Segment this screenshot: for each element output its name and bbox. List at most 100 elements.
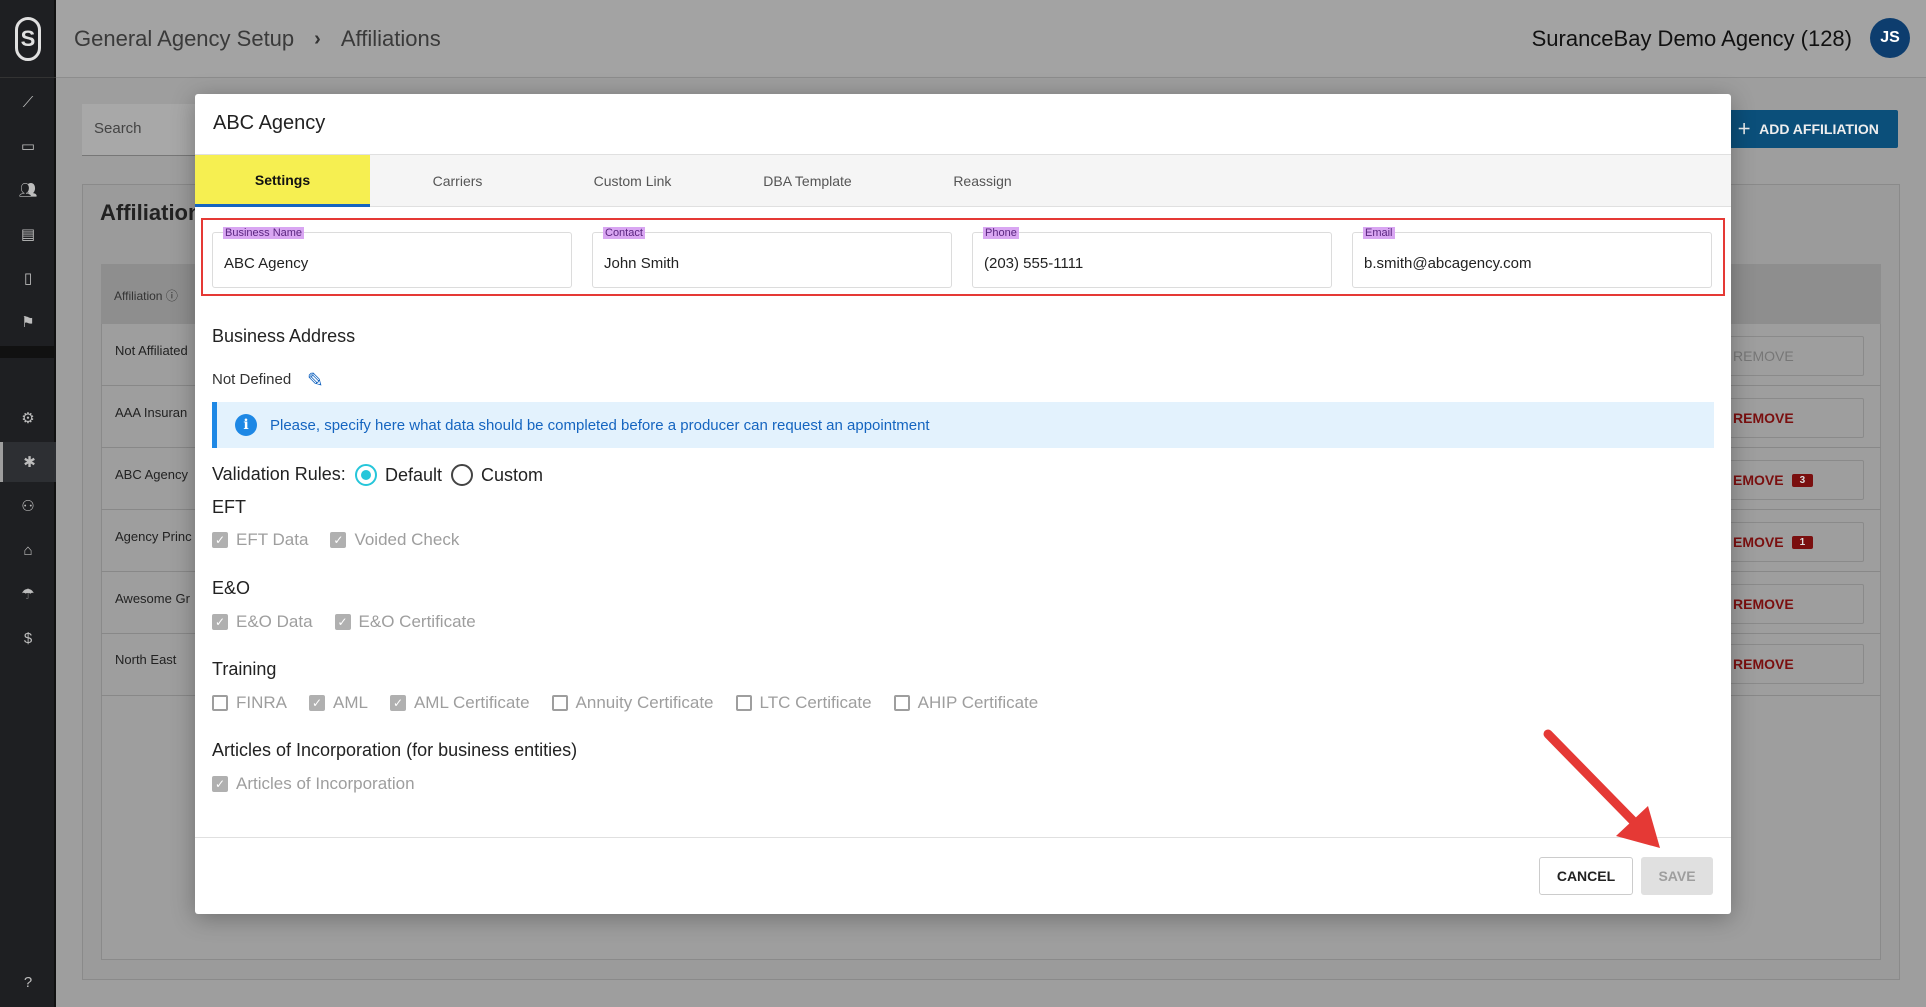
tab-reassign[interactable]: Reassign xyxy=(895,155,1070,207)
app-logo[interactable]: S xyxy=(0,0,56,78)
row-label: AAA Insuran xyxy=(115,405,188,420)
breadcrumb: General Agency Setup › Affiliations xyxy=(74,26,441,52)
add-affiliation-label: ADD AFFILIATION xyxy=(1759,121,1879,137)
remove-button[interactable]: REMOVE xyxy=(1720,644,1864,684)
radio-default[interactable]: Default xyxy=(355,464,442,486)
section-title-eft: EFT xyxy=(212,497,246,517)
remove-label: REMOVE xyxy=(1733,348,1794,364)
avatar[interactable]: JS xyxy=(1870,18,1910,58)
checkbox-row-eft: ✓ EFT Data ✓ Voided Check xyxy=(212,530,459,550)
validation-rules-label: Validation Rules: xyxy=(212,464,346,484)
flag-icon[interactable]: ⚑ xyxy=(0,302,56,342)
field-value: John Smith xyxy=(604,255,680,272)
checkbox-label: AML xyxy=(333,693,368,712)
checkbox-voided-check[interactable]: ✓ Voided Check xyxy=(330,530,459,550)
add-affiliation-button[interactable]: ＋ ADD AFFILIATION xyxy=(1718,110,1898,148)
contact-field[interactable]: Contact John Smith xyxy=(592,227,952,288)
row-label: Not Affiliated xyxy=(115,343,188,358)
email-field[interactable]: Email b.smith@abcagency.com xyxy=(1352,227,1712,288)
checkbox-label: AML Certificate xyxy=(413,693,530,712)
umbrella-icon[interactable]: ☂ xyxy=(0,574,56,614)
checkbox-eft-data[interactable]: ✓ EFT Data xyxy=(212,530,308,550)
business-address-title: Business Address xyxy=(212,326,356,346)
checkbox-ahip-certificate[interactable]: AHIP Certificate xyxy=(893,693,1039,713)
column-header-label: Affiliation xyxy=(114,289,163,303)
document-icon[interactable]: ▯ xyxy=(0,258,56,298)
plus-icon: ＋ xyxy=(1737,121,1752,137)
checkbox-row-eo: ✓ E&O Data ✓ E&O Certificate xyxy=(212,612,476,632)
checkbox-eo-certificate[interactable]: ✓ E&O Certificate xyxy=(334,612,476,632)
remove-button[interactable]: EMOVE 3 xyxy=(1720,460,1864,500)
remove-label: REMOVE xyxy=(1733,410,1794,426)
breadcrumb-item-setup[interactable]: General Agency Setup xyxy=(74,26,294,52)
business-name-field[interactable]: Business Name ABC Agency xyxy=(212,227,572,288)
remove-label: REMOVE xyxy=(1733,656,1794,672)
radio-label: Custom xyxy=(481,464,544,485)
checkbox-checked-icon: ✓ xyxy=(212,614,228,630)
tab-custom-link[interactable]: Custom Link xyxy=(545,155,720,207)
checkbox-aml[interactable]: ✓ AML xyxy=(309,693,368,713)
section-title-eo: E&O xyxy=(212,578,251,598)
checkbox-unchecked-icon xyxy=(551,695,568,711)
field-label: Contact xyxy=(603,227,645,239)
remove-button[interactable]: EMOVE 1 xyxy=(1720,522,1864,562)
tab-carriers[interactable]: Carriers xyxy=(370,155,545,207)
top-bar: General Agency Setup › Affiliations Sura… xyxy=(56,0,1926,78)
checkbox-ltc-certificate[interactable]: LTC Certificate xyxy=(735,693,872,713)
user-settings-icon[interactable]: ⚇ xyxy=(0,486,56,526)
remove-button[interactable]: REMOVE xyxy=(1720,584,1864,624)
help-icon[interactable]: ? xyxy=(0,962,56,1002)
cancel-button[interactable]: CANCEL xyxy=(1539,857,1633,895)
people-icon[interactable]: 👥︎ xyxy=(0,170,56,210)
dollar-icon[interactable]: $ xyxy=(0,618,56,658)
radio-custom[interactable]: Custom xyxy=(451,464,543,486)
tab-bar: Settings Carriers Custom Link DBA Templa… xyxy=(195,155,1731,207)
star-icon[interactable]: ✱ xyxy=(0,442,56,482)
radio-unchecked-icon xyxy=(451,464,473,486)
dialog-title: ABC Agency xyxy=(213,112,326,134)
phone-field[interactable]: Phone (203) 555-1111 xyxy=(972,227,1332,288)
pencil-icon[interactable]: ✎ xyxy=(307,368,331,392)
analytics-icon[interactable]: ⟋ xyxy=(0,82,56,122)
row-label: North East xyxy=(115,652,177,667)
field-value: (203) 555-1111 xyxy=(984,255,1084,272)
row-label: Agency Princ xyxy=(115,529,192,544)
checkbox-row-articles: ✓ Articles of Incorporation xyxy=(212,774,415,794)
divider xyxy=(195,837,1731,838)
business-address-value: Not Defined xyxy=(212,371,292,388)
checkbox-aml-certificate[interactable]: ✓ AML Certificate xyxy=(389,693,530,713)
store-icon[interactable]: ▤ xyxy=(0,214,56,254)
tab-dba-template[interactable]: DBA Template xyxy=(720,155,895,207)
checkbox-eo-data[interactable]: ✓ E&O Data xyxy=(212,612,313,632)
checkbox-annuity-certificate[interactable]: Annuity Certificate xyxy=(551,693,714,713)
row-label: Awesome Gr xyxy=(115,591,190,606)
field-label: Phone xyxy=(983,227,1019,239)
checkbox-label: AHIP Certificate xyxy=(917,693,1039,712)
field-label: Email xyxy=(1363,227,1395,239)
section-title-articles: Articles of Incorporation (for business … xyxy=(212,740,578,760)
checkbox-unchecked-icon xyxy=(893,695,910,711)
chevron-right-icon: › xyxy=(314,27,321,50)
count-badge: 3 xyxy=(1791,473,1814,487)
checkbox-label: Articles of Incorporation xyxy=(236,774,415,793)
remove-button[interactable]: REMOVE xyxy=(1720,398,1864,438)
tab-settings[interactable]: Settings xyxy=(195,155,370,207)
remove-label: REMOVE xyxy=(1733,596,1794,612)
info-message: Please, specify here what data should be… xyxy=(270,417,930,434)
affiliation-dialog: ABC Agency Settings Carriers Custom Link… xyxy=(195,94,1731,914)
checkbox-checked-icon: ✓ xyxy=(389,695,406,711)
bank-icon[interactable]: ⌂ xyxy=(0,530,56,570)
checkbox-finra[interactable]: FINRA xyxy=(212,693,287,713)
checkbox-unchecked-icon xyxy=(212,695,228,711)
gear-icon[interactable]: ⚙ xyxy=(0,398,56,438)
section-title-training: Training xyxy=(212,659,277,679)
remove-button[interactable]: REMOVE xyxy=(1720,336,1864,376)
save-button[interactable]: SAVE xyxy=(1641,857,1713,895)
checkbox-articles-of-incorporation[interactable]: ✓ Articles of Incorporation xyxy=(212,774,415,794)
checkbox-checked-icon: ✓ xyxy=(334,614,351,630)
checkbox-row-training: FINRA ✓ AML ✓ AML Certificate Annuity Cert… xyxy=(212,693,1038,713)
monitor-icon[interactable]: ▭ xyxy=(0,126,56,166)
checkbox-label: FINRA xyxy=(236,693,287,712)
sidebar-divider xyxy=(0,346,56,358)
field-label: Business Name xyxy=(223,227,305,239)
